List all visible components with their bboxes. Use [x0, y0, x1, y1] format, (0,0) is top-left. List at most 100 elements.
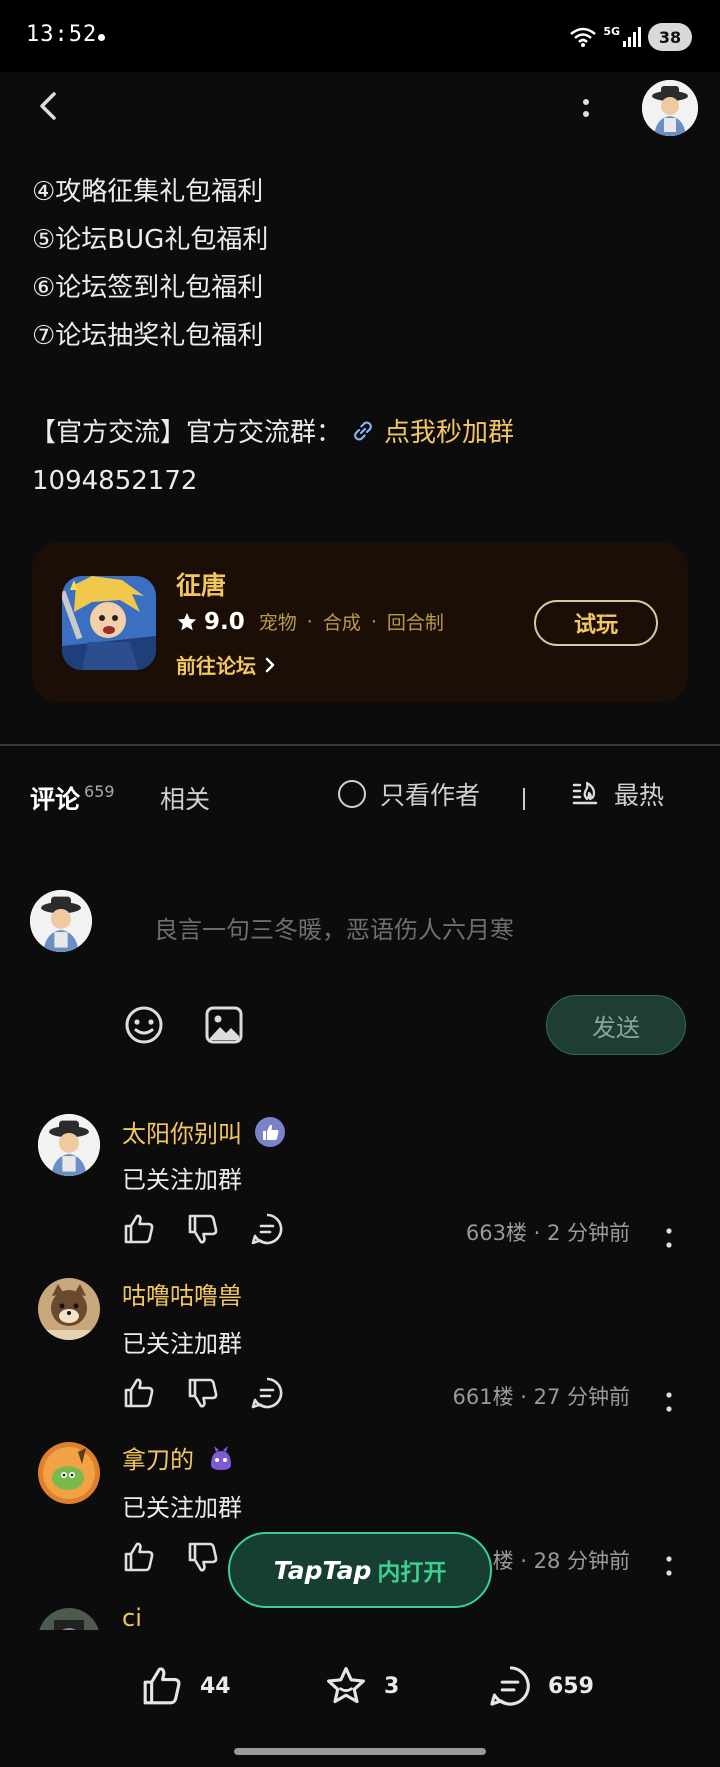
chevron-left-icon — [40, 92, 56, 120]
comment-text: 已关注加群 — [122, 1330, 242, 1358]
back-button[interactable] — [28, 84, 72, 128]
taptap-logo: TapTap — [273, 1555, 372, 1585]
avatar-image — [642, 80, 698, 136]
tag-separator: · — [306, 610, 313, 633]
radio-unchecked-icon — [338, 780, 366, 808]
post-line: ④攻略征集礼包福利 — [32, 177, 264, 207]
more-vertical-icon[interactable] — [664, 1226, 674, 1250]
network-type: 5G — [603, 24, 620, 38]
reply-icon[interactable] — [250, 1212, 284, 1246]
comment-icon — [490, 1666, 530, 1706]
game-score: 9.0 — [204, 608, 245, 635]
more-options-button[interactable] — [574, 88, 598, 128]
tab-separator — [523, 788, 525, 810]
top-bar — [0, 72, 720, 142]
comment-item: 太阳你别叫 已关注加群 663楼 · 2 分钟前 — [0, 1110, 720, 1270]
wifi-icon — [570, 27, 597, 47]
favorite-post-button[interactable]: 3 — [324, 1664, 399, 1708]
comment-input[interactable]: 良言一句三冬暖，恶语伤人六月寒 — [154, 910, 514, 945]
comment-post-button[interactable]: 659 — [488, 1664, 594, 1708]
game-icon — [62, 576, 156, 670]
commenter-avatar[interactable] — [38, 1114, 100, 1176]
commenter-name[interactable]: ci — [122, 1604, 142, 1632]
comment-tabs: 评论 659 相关 只看作者 最热 — [0, 770, 720, 830]
emoji-icon — [125, 1006, 163, 1044]
status-bar: 13:52 5G 38 — [0, 0, 720, 72]
comment-meta: 661楼 · 27 分钟前 — [452, 1385, 630, 1409]
tab-comments[interactable]: 评论 659 — [30, 780, 115, 816]
author-only-label: 只看作者 — [380, 781, 481, 810]
commenter-avatar[interactable] — [38, 1278, 100, 1340]
comment-item: 咕噜咕噜兽 已关注加群 661楼 · 27 分钟前 — [0, 1274, 720, 1434]
game-title: 征唐 — [176, 571, 227, 600]
commenter-name-text: 拿刀的 — [122, 1446, 194, 1474]
bottom-action-bar: 44 3 659 — [0, 1630, 720, 1740]
join-group-link[interactable]: 点我秒加群 — [350, 412, 514, 449]
try-play-button[interactable]: 试玩 — [534, 600, 658, 646]
group-number: 1094852172 — [32, 466, 198, 496]
commenter-name[interactable]: 太阳你别叫 — [122, 1114, 286, 1149]
tab-comments-label: 评论 — [30, 785, 81, 814]
more-vertical-icon[interactable] — [664, 1390, 674, 1414]
home-indicator[interactable] — [234, 1748, 486, 1755]
reply-icon[interactable] — [250, 1376, 284, 1410]
image-icon — [205, 1006, 243, 1044]
commenter-name[interactable]: 咕噜咕噜兽 — [122, 1276, 242, 1311]
comment-text: 已关注加群 — [122, 1494, 242, 1522]
game-art-image — [62, 576, 156, 670]
tag-separator: · — [370, 610, 377, 633]
comment-actions — [122, 1376, 284, 1410]
game-tag: 合成 — [322, 612, 361, 634]
dislike-icon[interactable] — [186, 1212, 220, 1246]
signal-icon — [623, 27, 641, 47]
go-to-forum-label: 前往论坛 — [176, 654, 256, 678]
author-avatar[interactable] — [642, 80, 698, 136]
image-button[interactable] — [204, 1005, 244, 1045]
sort-hot-button[interactable]: 最热 — [570, 776, 664, 812]
group-prefix: 【官方交流】官方交流群： — [30, 418, 343, 448]
game-tag: 回合制 — [386, 612, 444, 634]
chevron-right-icon — [265, 657, 275, 672]
go-to-forum-link[interactable]: 前往论坛 — [176, 650, 278, 679]
post-line: ⑥论坛签到礼包福利 — [32, 273, 264, 303]
author-only-toggle[interactable]: 只看作者 — [338, 776, 480, 812]
open-in-label: 内打开 — [377, 1560, 447, 1586]
comment-count: 659 — [548, 1673, 594, 1699]
comment-meta: 663楼 · 2 分钟前 — [465, 1221, 630, 1245]
post-body: ④攻略征集礼包福利 ⑤论坛BUG礼包福利 ⑥论坛签到礼包福利 ⑦论坛抽奖礼包福利 — [32, 168, 692, 360]
post-line: ⑤论坛BUG礼包福利 — [32, 225, 269, 255]
thumbs-up-badge-icon — [255, 1116, 285, 1147]
avatar-image — [38, 1114, 100, 1176]
comment-text: 已关注加群 — [122, 1166, 242, 1194]
like-icon[interactable] — [122, 1212, 156, 1246]
dislike-icon[interactable] — [186, 1376, 220, 1410]
like-icon[interactable] — [122, 1376, 156, 1410]
more-vertical-icon[interactable] — [664, 1554, 674, 1578]
section-divider — [0, 744, 720, 746]
tab-related[interactable]: 相关 — [160, 780, 210, 816]
commenter-name-text: 太阳你别叫 — [122, 1120, 242, 1148]
comment-actions — [122, 1212, 284, 1246]
like-post-button[interactable]: 44 — [140, 1664, 231, 1708]
like-icon[interactable] — [122, 1540, 156, 1574]
avatar-image — [38, 1442, 100, 1504]
dislike-icon[interactable] — [186, 1540, 220, 1574]
send-button[interactable]: 发送 — [546, 995, 686, 1055]
status-icons: 5G 38 — [569, 22, 692, 52]
star-filled-icon — [177, 612, 197, 630]
game-card[interactable]: 征唐 9.0 宠物 · 合成 · 回合制 前往论坛 试玩 — [32, 542, 688, 702]
battery-indicator: 38 — [648, 23, 692, 51]
commenter-avatar[interactable] — [38, 1442, 100, 1504]
official-group-line: 【官方交流】官方交流群： 点我秒加群 — [30, 412, 514, 449]
commenter-name[interactable]: 拿刀的 — [122, 1440, 236, 1475]
post-line: ⑦论坛抽奖礼包福利 — [32, 321, 264, 351]
like-icon — [143, 1667, 181, 1705]
emoji-button[interactable] — [124, 1005, 164, 1045]
my-avatar — [30, 890, 92, 952]
star-outline-icon — [327, 1667, 365, 1704]
purple-pet-badge-icon — [211, 1445, 231, 1470]
commenter-name-text: 咕噜咕噜兽 — [122, 1282, 242, 1310]
comments-count: 659 — [84, 782, 115, 801]
more-vertical-icon — [583, 99, 589, 117]
open-in-taptap-button[interactable]: TapTap 内打开 — [228, 1532, 492, 1608]
